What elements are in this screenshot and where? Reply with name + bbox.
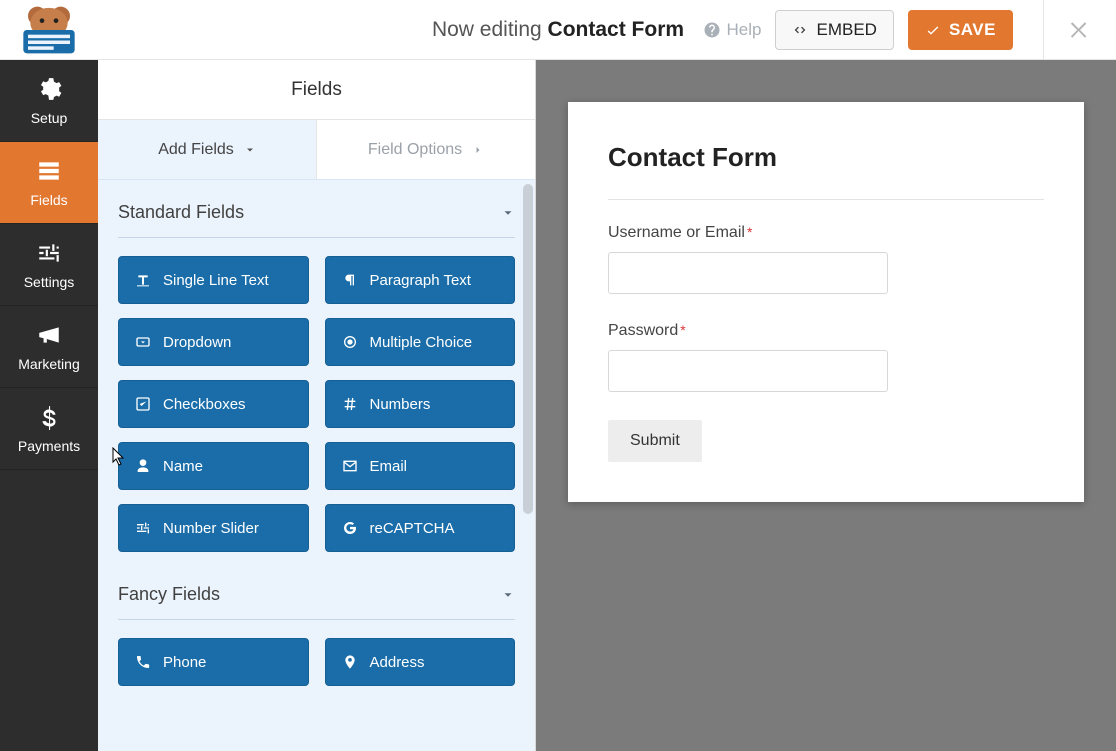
checkbox-icon <box>135 396 151 412</box>
marketing-icon <box>36 322 62 348</box>
nav-label: Fields <box>30 192 67 208</box>
close-icon <box>1068 18 1092 42</box>
nav-item-marketing[interactable]: Marketing <box>0 306 98 388</box>
field-label: Paragraph Text <box>370 272 471 289</box>
setup-icon <box>36 76 62 102</box>
settings-icon <box>36 240 62 266</box>
section-header[interactable]: Standard Fields <box>118 202 515 238</box>
nav-item-payments[interactable]: Payments <box>0 388 98 470</box>
form-field[interactable]: Username or Email* <box>608 224 1044 294</box>
app-logo <box>0 4 98 56</box>
hash-icon <box>342 396 358 412</box>
submit-button[interactable]: Submit <box>608 420 702 462</box>
required-marker: * <box>747 224 752 240</box>
check-icon <box>925 22 941 38</box>
form-title: Contact Form <box>608 142 1044 173</box>
field-label: Single Line Text <box>163 272 269 289</box>
field-label: reCAPTCHA <box>370 520 455 537</box>
help-link[interactable]: Help <box>703 20 762 40</box>
user-icon <box>135 458 151 474</box>
field-type-number-slider[interactable]: Number Slider <box>118 504 309 552</box>
tab-add-fields[interactable]: Add Fields <box>98 120 316 179</box>
field-label: Number Slider <box>163 520 259 537</box>
nav-item-fields[interactable]: Fields <box>0 142 98 224</box>
field-label: Address <box>370 654 425 671</box>
field-label: Checkboxes <box>163 396 246 413</box>
field-type-dropdown[interactable]: Dropdown <box>118 318 309 366</box>
field-type-email[interactable]: Email <box>325 442 516 490</box>
field-type-paragraph-text[interactable]: Paragraph Text <box>325 256 516 304</box>
google-icon <box>342 520 358 536</box>
field-type-recaptcha[interactable]: reCAPTCHA <box>325 504 516 552</box>
field-label: Dropdown <box>163 334 231 351</box>
chevron-down-icon <box>501 206 515 220</box>
nav-label: Payments <box>18 438 80 454</box>
chevron-right-icon <box>472 144 484 156</box>
nav-item-settings[interactable]: Settings <box>0 224 98 306</box>
field-label: Email <box>370 458 408 475</box>
field-type-name[interactable]: Name <box>118 442 309 490</box>
field-type-single-line-text[interactable]: Single Line Text <box>118 256 309 304</box>
required-marker: * <box>680 322 685 338</box>
paragraph-icon <box>342 272 358 288</box>
password-input[interactable] <box>608 350 888 392</box>
phone-icon <box>135 654 151 670</box>
code-icon <box>792 22 808 38</box>
panel-title: Fields <box>98 60 535 120</box>
payments-icon <box>36 404 62 430</box>
nav-item-setup[interactable]: Setup <box>0 60 98 142</box>
question-icon <box>703 21 721 39</box>
save-button[interactable]: SAVE <box>908 10 1013 50</box>
dropdown-icon <box>135 334 151 350</box>
radio-icon <box>342 334 358 350</box>
field-label: Multiple Choice <box>370 334 473 351</box>
field-type-numbers[interactable]: Numbers <box>325 380 516 428</box>
field-type-checkboxes[interactable]: Checkboxes <box>118 380 309 428</box>
field-type-address[interactable]: Address <box>325 638 516 686</box>
divider <box>1043 0 1044 60</box>
text-input[interactable] <box>608 252 888 294</box>
page-title: Now editing Contact Form <box>432 18 684 42</box>
field-label: Name <box>163 458 203 475</box>
tab-field-options[interactable]: Field Options <box>316 120 535 179</box>
envelope-icon <box>342 458 358 474</box>
chevron-down-icon <box>244 144 256 156</box>
field-label: Numbers <box>370 396 431 413</box>
field-type-multiple-choice[interactable]: Multiple Choice <box>325 318 516 366</box>
field-label: Username or Email* <box>608 224 1044 242</box>
text-icon <box>135 272 151 288</box>
form-field[interactable]: Password* <box>608 322 1044 392</box>
nav-label: Marketing <box>18 356 79 372</box>
form-preview: Contact Form Username or Email* Password… <box>568 102 1084 502</box>
nav-label: Settings <box>24 274 75 290</box>
field-type-phone[interactable]: Phone <box>118 638 309 686</box>
scrollbar[interactable] <box>523 184 533 514</box>
fields-icon <box>36 158 62 184</box>
close-button[interactable] <box>1066 16 1094 44</box>
embed-button[interactable]: EMBED <box>775 10 893 50</box>
pin-icon <box>342 654 358 670</box>
field-label: Password* <box>608 322 1044 340</box>
chevron-down-icon <box>501 588 515 602</box>
section-header[interactable]: Fancy Fields <box>118 584 515 620</box>
nav-label: Setup <box>31 110 68 126</box>
sliders-icon <box>135 520 151 536</box>
field-label: Phone <box>163 654 206 671</box>
